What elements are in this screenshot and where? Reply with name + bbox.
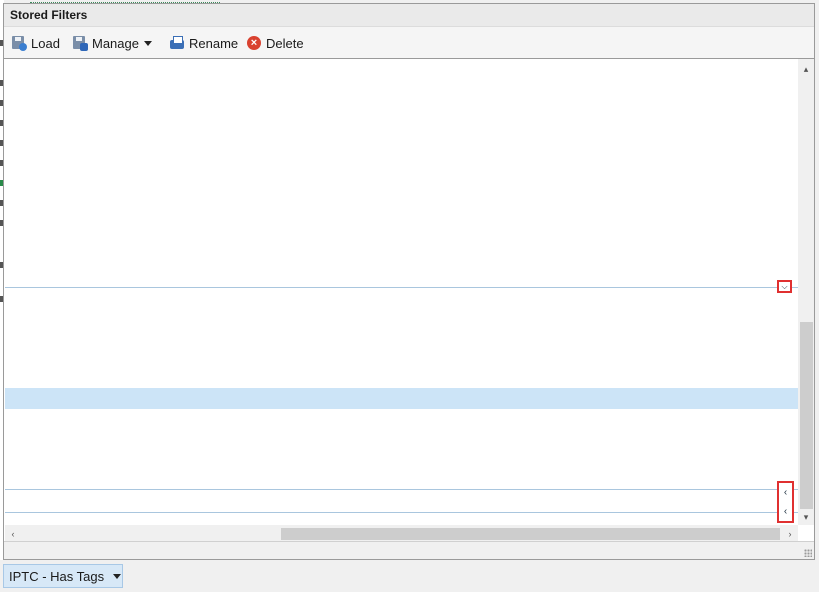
load-button-label: Load <box>31 35 60 51</box>
filter-dropdown-label: IPTC - Has Tags <box>9 568 105 584</box>
delete-x-icon: × <box>246 35 262 51</box>
scroll-down-icon[interactable]: ▾ <box>798 509 814 525</box>
chevron-left-icon: ‹ ‹ <box>783 487 788 517</box>
filter-dropdown[interactable]: IPTC - Has Tags <box>3 564 123 588</box>
dialog-status-bar <box>4 541 814 559</box>
vertical-scrollbar[interactable]: ▴ ▾ <box>798 59 814 525</box>
vertical-scroll-thumb[interactable] <box>800 322 813 509</box>
delete-button[interactable]: × Delete <box>246 33 304 53</box>
chevron-down-icon <box>113 573 122 579</box>
rename-button-label: Rename <box>189 35 239 51</box>
scroll-up-icon[interactable]: ▴ <box>798 61 814 77</box>
manage-button[interactable]: Manage <box>72 33 152 53</box>
selected-row[interactable] <box>5 388 798 409</box>
resize-grip-icon[interactable] <box>804 549 812 557</box>
scroll-left-icon[interactable]: ‹ <box>5 526 21 542</box>
dialog-titlebar[interactable]: Stored Filters <box>4 4 814 27</box>
delete-button-label: Delete <box>266 35 304 51</box>
group-expander-collapsed[interactable]: ‹ ‹ <box>777 481 794 523</box>
toolbar: Load Manage Rename × Delete <box>4 27 814 59</box>
load-button[interactable]: Load <box>11 33 60 53</box>
group-separator <box>5 512 798 513</box>
horizontal-scrollbar[interactable]: ‹ › <box>5 525 798 542</box>
stored-filters-dialog: Stored Filters Load Manage Rename × Dele… <box>3 3 815 560</box>
scroll-right-icon[interactable]: › <box>782 526 798 542</box>
dialog-title: Stored Filters <box>10 8 88 22</box>
stored-filters-list[interactable] <box>5 59 798 525</box>
group-expander-down[interactable]: ⌵ <box>777 280 792 293</box>
manage-button-label: Manage <box>92 35 139 51</box>
manage-disk-icon <box>72 35 88 51</box>
group-separator <box>5 489 798 490</box>
load-disk-icon <box>11 35 27 51</box>
chevron-down-icon: ⌵ <box>781 282 788 291</box>
group-separator <box>5 287 798 288</box>
horizontal-scroll-thumb[interactable] <box>281 528 780 540</box>
chevron-down-icon <box>143 40 152 46</box>
rename-printer-icon <box>169 35 185 51</box>
rename-button[interactable]: Rename <box>169 33 238 53</box>
